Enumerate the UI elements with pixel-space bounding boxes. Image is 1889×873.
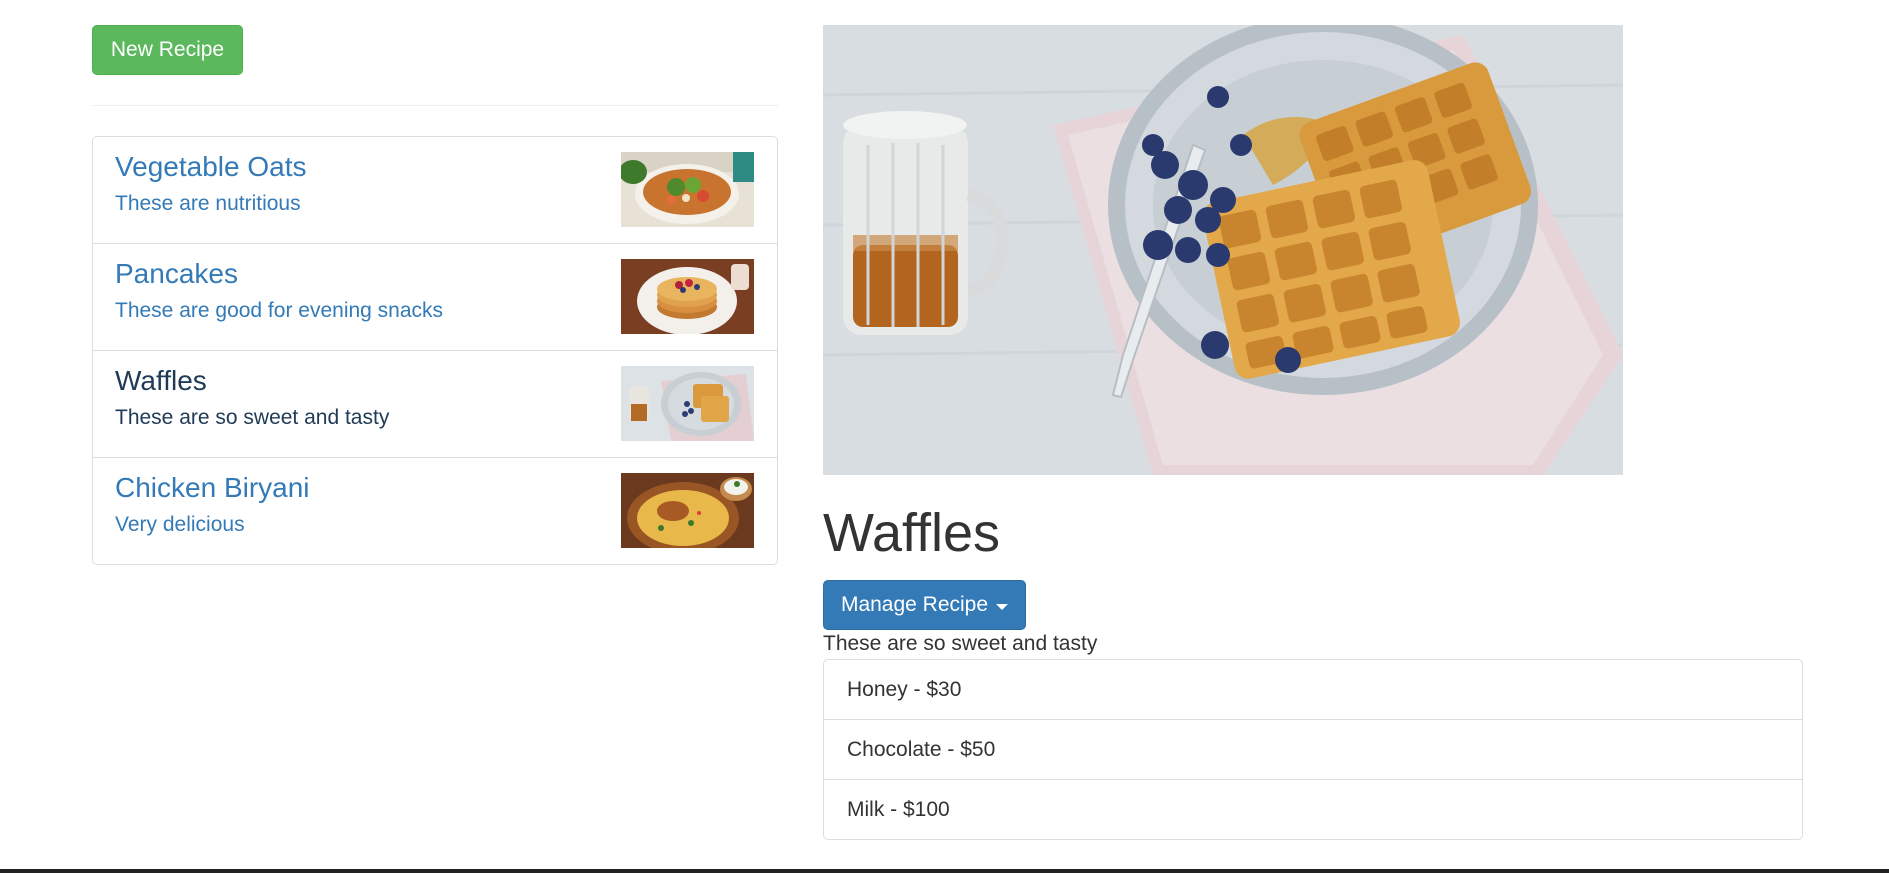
recipe-thumbnail — [621, 473, 754, 548]
ingredient-item: Honey - $30 — [823, 659, 1803, 720]
recipe-title: Pancakes — [115, 258, 238, 289]
recipe-hero-image — [823, 25, 1623, 475]
recipe-detail-title: Waffles — [823, 503, 1001, 563]
manage-recipe-label: Manage Recipe — [840, 593, 989, 616]
recipe-description: These are so sweet and tasty — [115, 406, 390, 429]
recipe-detail-description: These are so sweet and tasty — [823, 632, 1098, 655]
recipe-title: Waffles — [115, 365, 207, 396]
new-recipe-button[interactable]: New Recipe — [92, 25, 243, 75]
ingredient-list: Honey - $30 Chocolate - $50 Milk - $100 — [823, 659, 1803, 840]
divider — [92, 105, 778, 106]
ingredient-item: Milk - $100 — [823, 779, 1803, 840]
recipe-description: These are nutritious — [115, 192, 301, 215]
recipe-description: These are good for evening snacks — [115, 299, 444, 322]
recipe-title: Vegetable Oats — [115, 151, 307, 182]
recipe-thumbnail — [621, 152, 754, 227]
recipe-thumbnail — [621, 366, 754, 441]
caret-down-icon — [996, 603, 1009, 610]
manage-recipe-dropdown-button[interactable]: Manage Recipe — [823, 580, 1026, 630]
recipe-thumbnail — [621, 259, 754, 334]
recipe-item-vegetable-oats[interactable]: Vegetable Oats These are nutritious — [92, 136, 778, 244]
ingredient-item: Chocolate - $50 — [823, 719, 1803, 780]
recipe-item-chicken-biryani[interactable]: Chicken Biryani Very delicious — [92, 457, 778, 565]
recipe-item-waffles[interactable]: Waffles These are so sweet and tasty — [92, 350, 778, 458]
recipe-item-pancakes[interactable]: Pancakes These are good for evening snac… — [92, 243, 778, 351]
recipe-list: Vegetable Oats These are nutritious Panc… — [92, 136, 778, 565]
bottom-border — [0, 869, 1889, 873]
recipe-title: Chicken Biryani — [115, 472, 310, 503]
recipe-description: Very delicious — [115, 513, 245, 536]
